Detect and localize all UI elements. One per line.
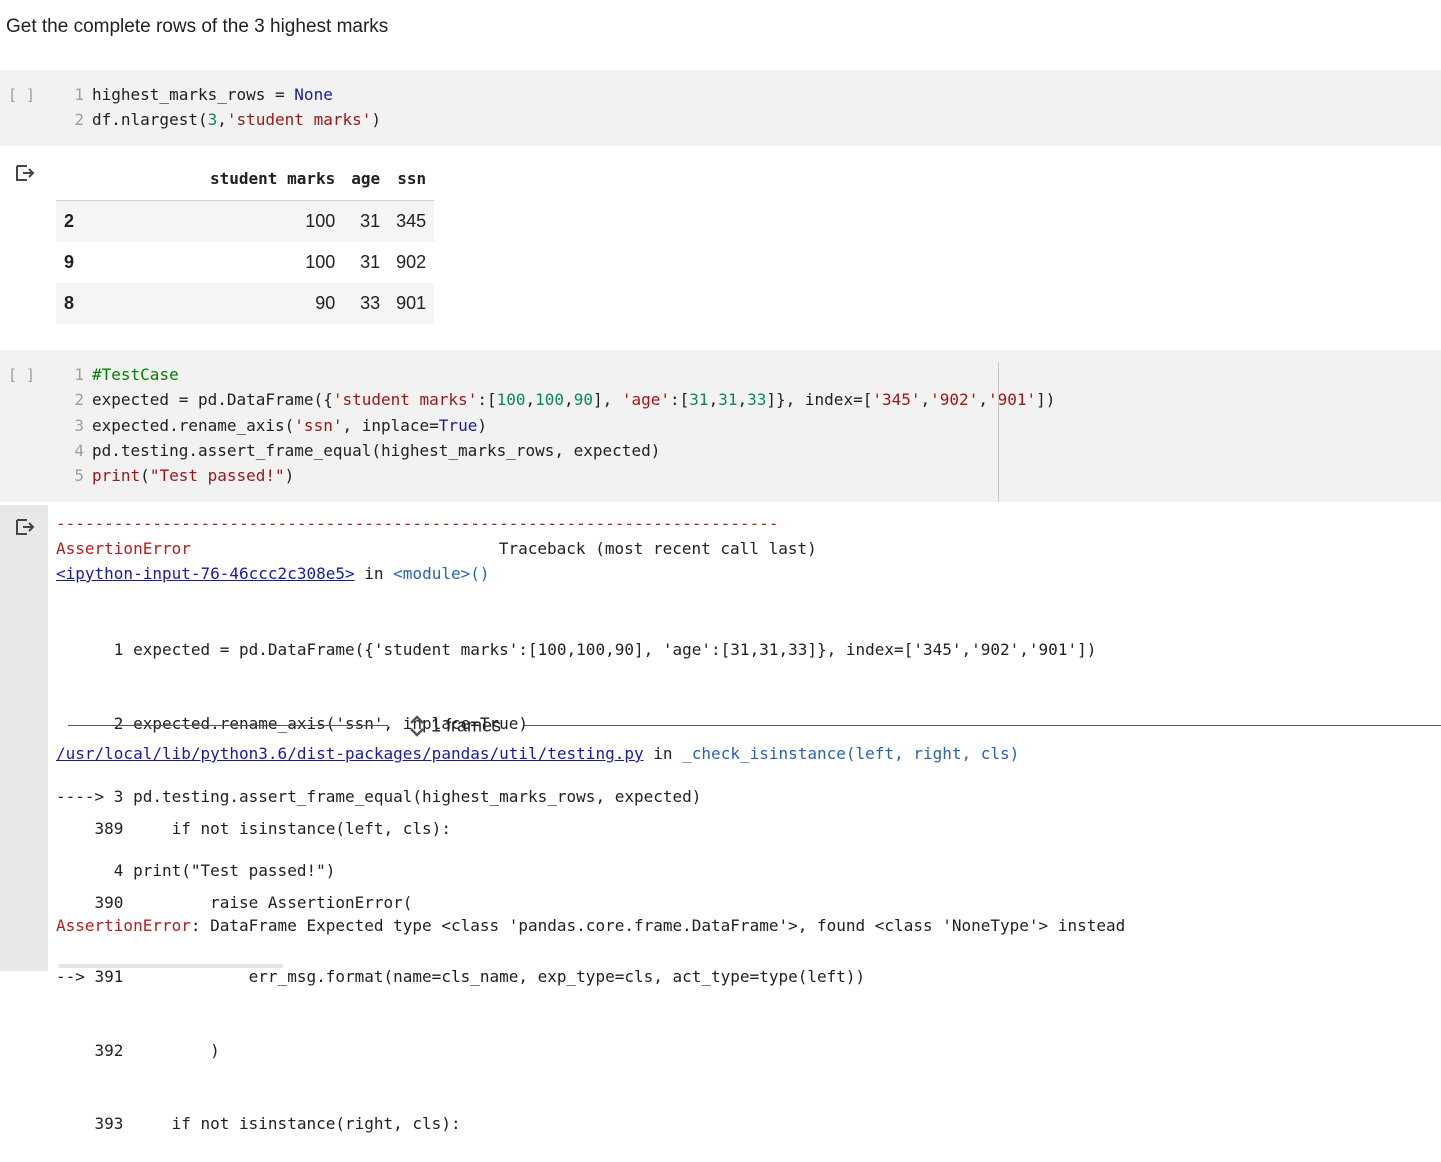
error-name: AssertionError	[56, 539, 191, 558]
row-index: 8	[56, 283, 202, 324]
in-word: in	[364, 564, 384, 583]
line-number: 1	[74, 365, 84, 384]
column-header: student marks	[202, 156, 344, 201]
table-cell: 902	[396, 252, 427, 272]
table-cell: 31	[343, 200, 389, 242]
dataframe-table: student marks age ssn 2 100 31 345 9 100…	[56, 156, 435, 324]
output-icon[interactable]	[14, 164, 36, 184]
row-index: 9	[64, 252, 75, 272]
column-header: age	[343, 156, 389, 201]
table-cell: 345	[388, 200, 435, 242]
code-line[interactable]: df.nlargest(3,'student marks')	[92, 110, 381, 129]
code-line[interactable]: pd.testing.assert_frame_equal(highest_ma…	[92, 441, 660, 460]
error-name: AssertionError	[56, 916, 191, 935]
frames-label: 1 frames	[431, 715, 502, 736]
line-number: 4	[74, 440, 84, 460]
ruler-line	[998, 362, 999, 502]
traceback-label: Traceback (most recent call last)	[498, 539, 817, 558]
final-error-message: AssertionError: DataFrame Expected type …	[56, 916, 1125, 935]
row-index: 2	[56, 200, 202, 242]
frames-separator-right	[524, 725, 1441, 726]
output-gutter	[0, 505, 48, 971]
file-link[interactable]: /usr/local/lib/python3.6/dist-packages/p…	[56, 744, 644, 763]
run-cell-button[interactable]: [ ]	[8, 86, 35, 104]
table-cell: 100	[305, 252, 336, 272]
traceback-header: AssertionError Traceback (most recent cal…	[56, 539, 817, 558]
in-word: in	[653, 744, 673, 763]
table-row: 8 90 33 901	[56, 283, 435, 324]
code-line[interactable]: #TestCase	[92, 365, 179, 384]
traceback-code-line: 390 raise AssertionError(	[56, 892, 413, 912]
code-cell-2[interactable]: [ ] 1 #TestCase 2 expected = pd.DataFrame({…	[0, 350, 1441, 502]
frames-separator-left	[68, 725, 388, 726]
column-header	[56, 156, 202, 201]
line-number: 3	[74, 415, 84, 435]
line-number: 1	[74, 85, 84, 104]
input-link[interactable]: <ipython-input-76-46ccc2c308e5>	[56, 564, 355, 583]
traceback-code-line: 392 )	[56, 1040, 220, 1060]
table-row: 2 100 31 345	[56, 200, 435, 242]
code-line[interactable]: expected = pd.DataFrame({'student marks'…	[92, 390, 1055, 409]
expand-collapse-icon	[410, 715, 424, 737]
table-cell: 100	[202, 200, 344, 242]
code-line[interactable]: print("Test passed!")	[92, 466, 294, 485]
code-line[interactable]: expected.rename_axis('ssn', inplace=True…	[92, 416, 487, 435]
code-cell-1[interactable]: [ ] 1 highest_marks_rows = None 2 df.nlarge…	[0, 70, 1441, 146]
run-cell-button[interactable]: [ ]	[8, 366, 35, 384]
traceback-code-line: 389 if not isinstance(left, cls):	[56, 819, 451, 839]
traceback-code-line: 2 expected.rename_axis('ssn', inplace=Tr…	[56, 713, 529, 733]
table-row: 9 100 31 902	[56, 242, 434, 283]
function-signature: _check_isinstance(left, right, cls)	[682, 744, 1020, 763]
error-message: : DataFrame Expected type <class 'pandas…	[190, 916, 1126, 935]
table-cell: 901	[388, 283, 435, 324]
frame-location: /usr/local/lib/python3.6/dist-packages/p…	[56, 744, 1019, 763]
table-cell: 31	[360, 252, 381, 272]
traceback-code-line: 1 expected = pd.DataFrame({'student mark…	[56, 640, 1097, 659]
dataframe-output: student marks age ssn 2 100 31 345 9 100…	[56, 156, 435, 324]
traceback-separator: ----------------------------------------…	[56, 514, 779, 533]
module-name: <module>()	[393, 564, 490, 583]
column-header: ssn	[388, 156, 435, 201]
frame-location: <ipython-input-76-46ccc2c308e5> in <modu…	[56, 564, 490, 583]
table-header-row: student marks age ssn	[56, 156, 435, 201]
line-number: 5	[74, 466, 84, 486]
code-line[interactable]: highest_marks_rows = None	[92, 85, 333, 104]
traceback-code-line: 393 if not isinstance(right, cls):	[56, 1114, 461, 1134]
output-scroll-shadow	[58, 964, 283, 968]
frames-toggle[interactable]: 1 frames	[408, 713, 501, 739]
table-cell: 90	[202, 283, 344, 324]
line-number: 2	[74, 390, 84, 410]
traceback-code-line: --> 391 err_msg.format(name=cls_name, ex…	[56, 966, 866, 986]
section-heading: Get the complete rows of the 3 highest m…	[6, 16, 389, 37]
line-number: 2	[74, 110, 84, 129]
output-icon[interactable]	[14, 518, 36, 538]
table-cell: 33	[343, 283, 389, 324]
